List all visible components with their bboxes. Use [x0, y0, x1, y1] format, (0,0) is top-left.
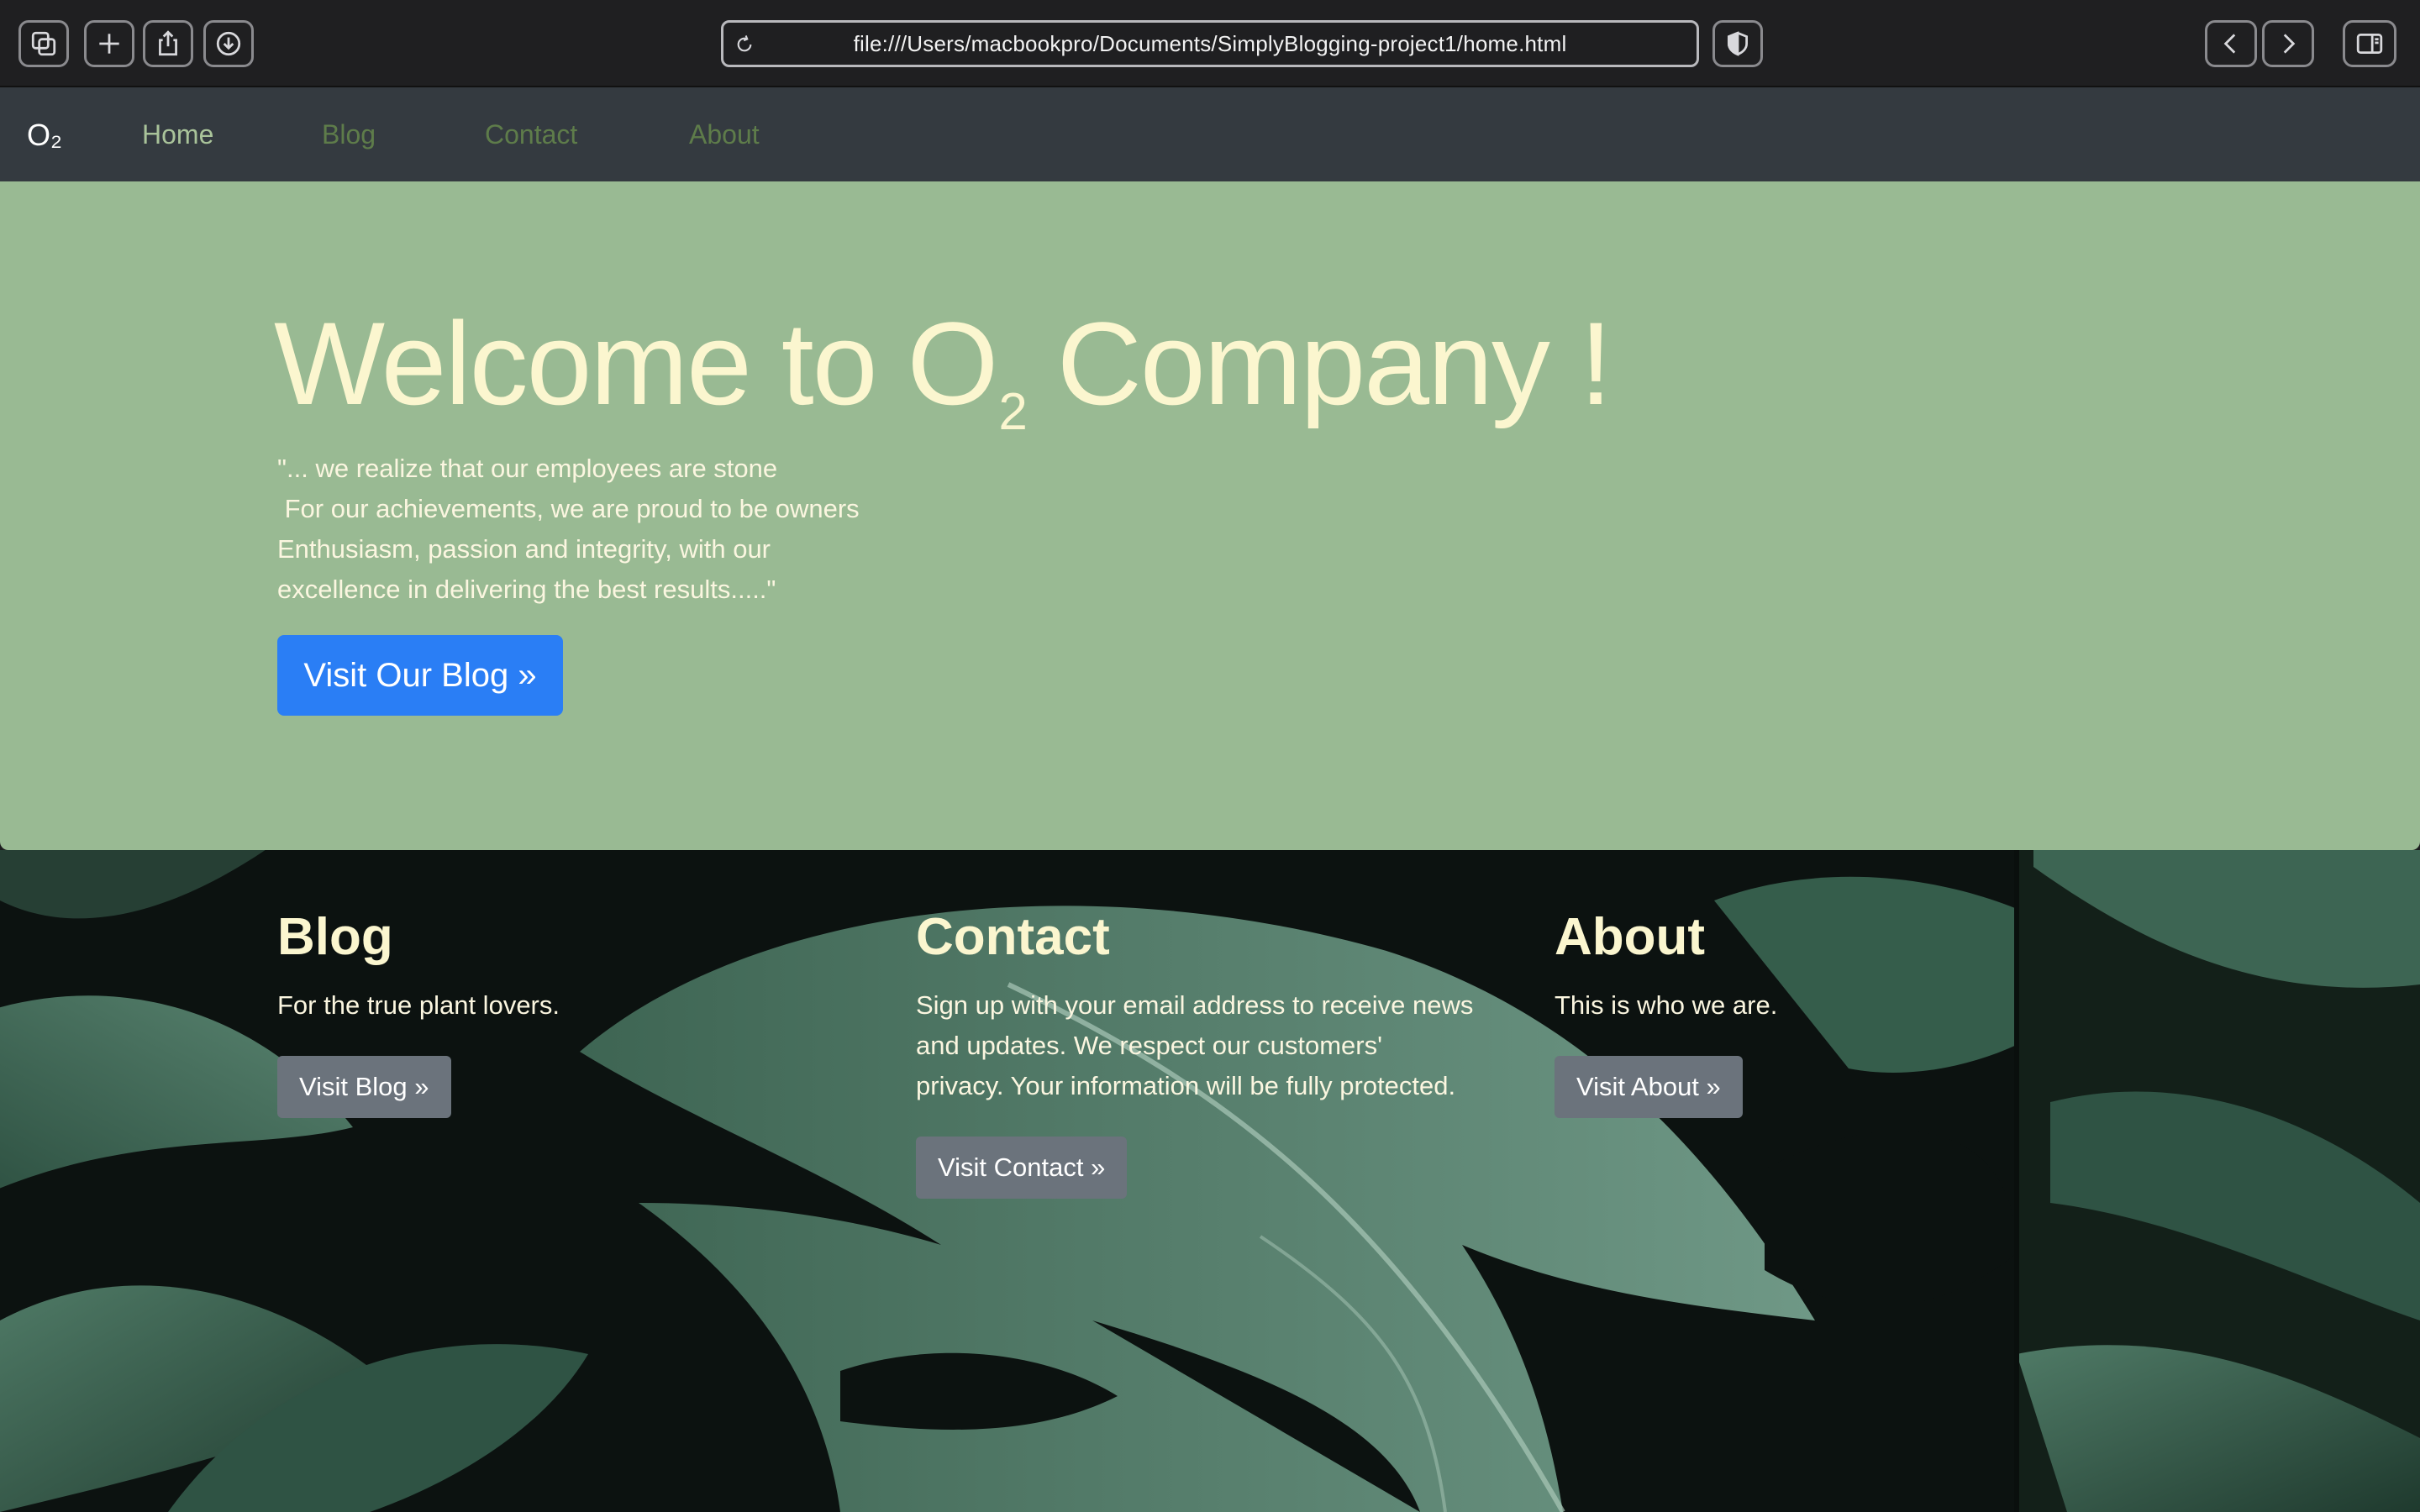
site-navbar: O₂ Home Blog Contact About	[0, 87, 2420, 181]
about-card: About This is who we are. Visit About »	[1555, 907, 2160, 1118]
hero-title-main: Welcome to O	[274, 297, 998, 429]
reload-icon[interactable]	[730, 31, 759, 58]
blog-card-text: For the true plant lovers.	[277, 985, 882, 1026]
blog-card: Blog For the true plant lovers. Visit Bl…	[277, 907, 882, 1118]
visit-our-blog-button[interactable]: Visit Our Blog »	[277, 635, 563, 716]
forward-button[interactable]	[2262, 20, 2314, 67]
download-icon	[216, 31, 241, 56]
url-text: file:///Users/macbookpro/Documents/Simpl…	[853, 30, 1567, 56]
contact-card-text-line: privacy. Your information will be fully …	[916, 1071, 1456, 1100]
history-nav	[2205, 20, 2314, 67]
hero-title-end: Company !	[1025, 297, 1612, 429]
features-section: Blog For the true plant lovers. Visit Bl…	[0, 850, 2420, 1512]
contact-card-text-line: and updates. We respect our customers'	[916, 1031, 1383, 1060]
sidebar-toggle-button[interactable]	[2343, 20, 2396, 67]
downloads-button[interactable]	[203, 20, 254, 67]
new-tab-button[interactable]	[84, 20, 134, 67]
chevron-left-icon	[2223, 34, 2236, 54]
about-card-text-line: This is who we are.	[1555, 990, 1778, 1020]
chevron-right-icon	[2283, 34, 2296, 54]
hero-title: Welcome to O2 Company !	[274, 296, 1612, 442]
about-card-heading: About	[1555, 908, 1706, 966]
nav-link-blog[interactable]: Blog	[322, 119, 376, 150]
blog-card-text-line: For the true plant lovers.	[277, 990, 560, 1020]
hero-quote-line: "... we realize that our employees are s…	[277, 454, 778, 483]
brand-logo[interactable]: O₂	[27, 118, 62, 153]
address-bar[interactable]: file:///Users/macbookpro/Documents/Simpl…	[721, 20, 1699, 67]
hero-quote-line: Enthusiasm, passion and integrity, with …	[277, 534, 771, 564]
hero-quote: "... we realize that our employees are s…	[277, 449, 916, 610]
nav-link-home[interactable]: Home	[142, 119, 213, 150]
contact-card-text: Sign up with your email address to recei…	[916, 985, 1521, 1106]
nav-link-contact[interactable]: Contact	[485, 119, 577, 150]
sidebar-icon	[2356, 33, 2383, 55]
nav-link-about[interactable]: About	[689, 119, 760, 150]
privacy-report-button[interactable]	[1712, 20, 1763, 67]
visit-contact-button[interactable]: Visit Contact »	[916, 1137, 1128, 1199]
blog-card-heading: Blog	[277, 908, 393, 966]
plus-icon	[99, 34, 119, 54]
contact-card-text-line: Sign up with your email address to recei…	[916, 990, 1474, 1020]
contact-card-heading: Contact	[916, 908, 1110, 966]
tab-overview-button[interactable]	[18, 20, 69, 67]
shield-icon	[1727, 31, 1749, 56]
back-button[interactable]	[2205, 20, 2257, 67]
visit-blog-button[interactable]: Visit Blog »	[277, 1056, 451, 1118]
about-card-text: This is who we are.	[1555, 985, 2160, 1026]
share-button[interactable]	[143, 20, 193, 67]
hero-title-subscript: 2	[998, 383, 1028, 441]
hero-section: Welcome to O2 Company ! "... we realize …	[0, 181, 2420, 850]
contact-card: Contact Sign up with your email address …	[916, 907, 1521, 1199]
visit-about-button[interactable]: Visit About »	[1555, 1056, 1743, 1118]
hero-quote-line: For our achievements, we are proud to be…	[277, 494, 860, 523]
hero-quote-line: excellence in delivering the best result…	[277, 575, 776, 604]
share-icon	[159, 30, 177, 56]
tab-overview-icon	[31, 31, 56, 56]
browser-toolbar: file:///Users/macbookpro/Documents/Simpl…	[0, 0, 2420, 87]
